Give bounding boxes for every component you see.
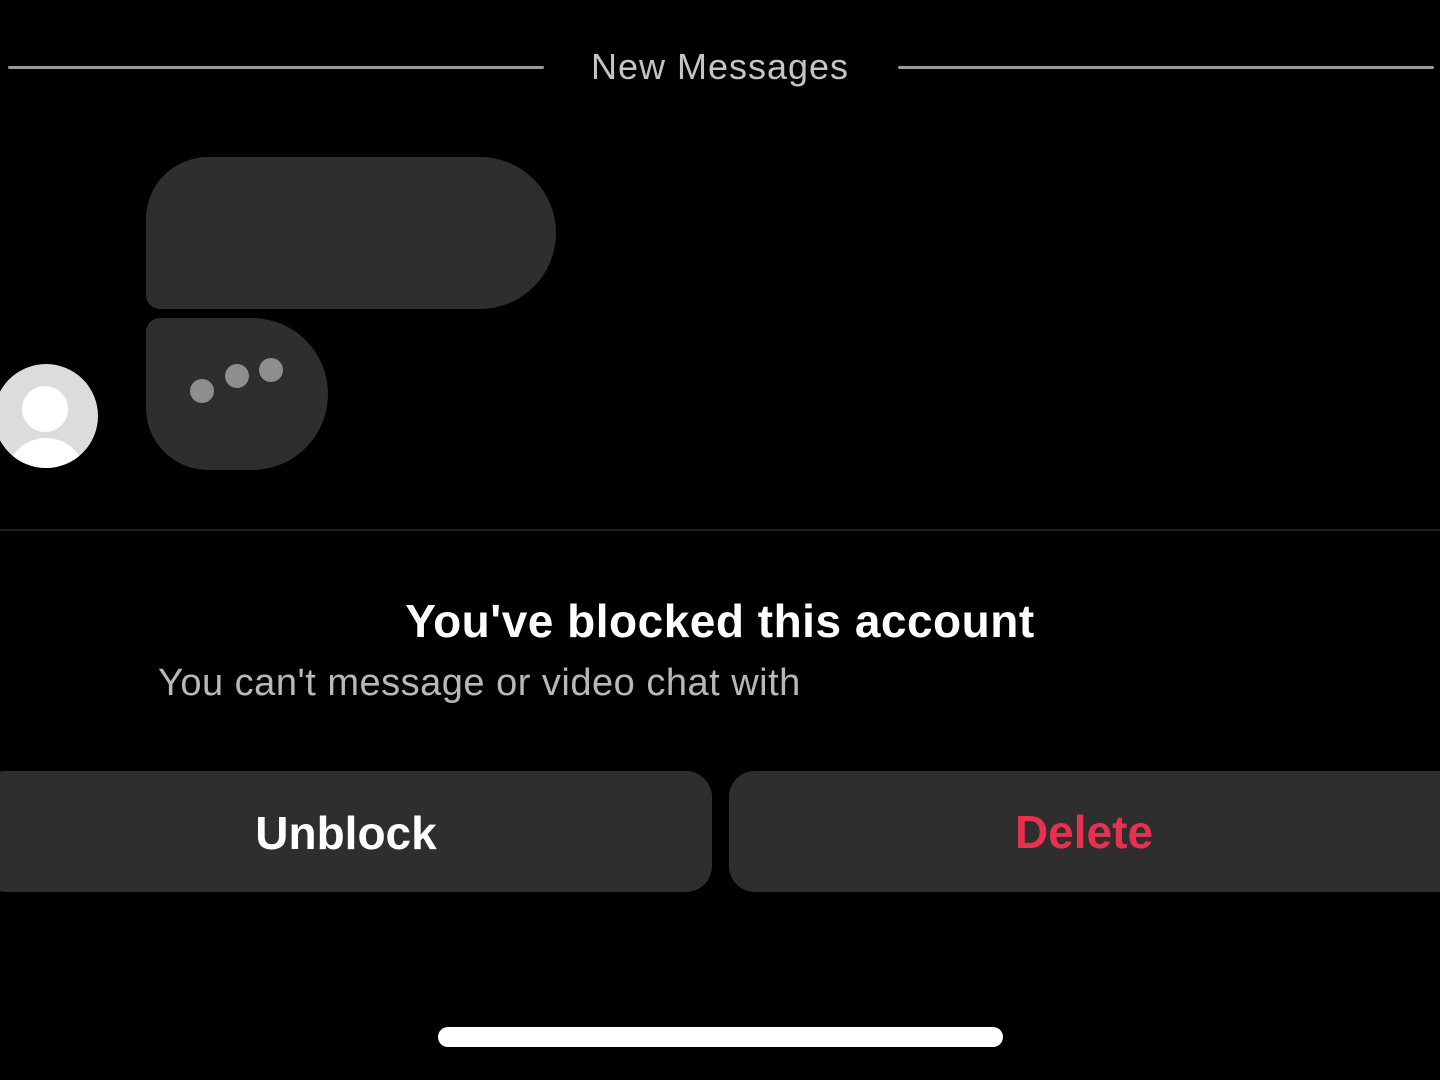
chat-screen: New Messages You've blocked this account…: [0, 0, 1440, 1080]
home-indicator[interactable]: [438, 1027, 1003, 1047]
typing-dot: [190, 379, 214, 403]
typing-dot: [225, 364, 249, 388]
typing-dot: [259, 358, 283, 382]
default-avatar-icon[interactable]: [0, 364, 98, 468]
unblock-button[interactable]: Unblock: [0, 771, 712, 892]
blocked-subtitle: You can't message or video chat with: [158, 662, 801, 704]
new-messages-divider-right: [898, 66, 1434, 69]
blocked-title: You've blocked this account: [405, 595, 1035, 647]
message-bubble[interactable]: [146, 157, 556, 309]
new-messages-divider-left: [8, 66, 544, 69]
avatar-body: [6, 438, 86, 468]
typing-indicator-bubble: [146, 318, 328, 470]
avatar-head: [22, 386, 68, 432]
delete-button[interactable]: Delete: [729, 771, 1440, 892]
section-divider: [0, 529, 1440, 531]
new-messages-label: New Messages: [590, 46, 850, 87]
